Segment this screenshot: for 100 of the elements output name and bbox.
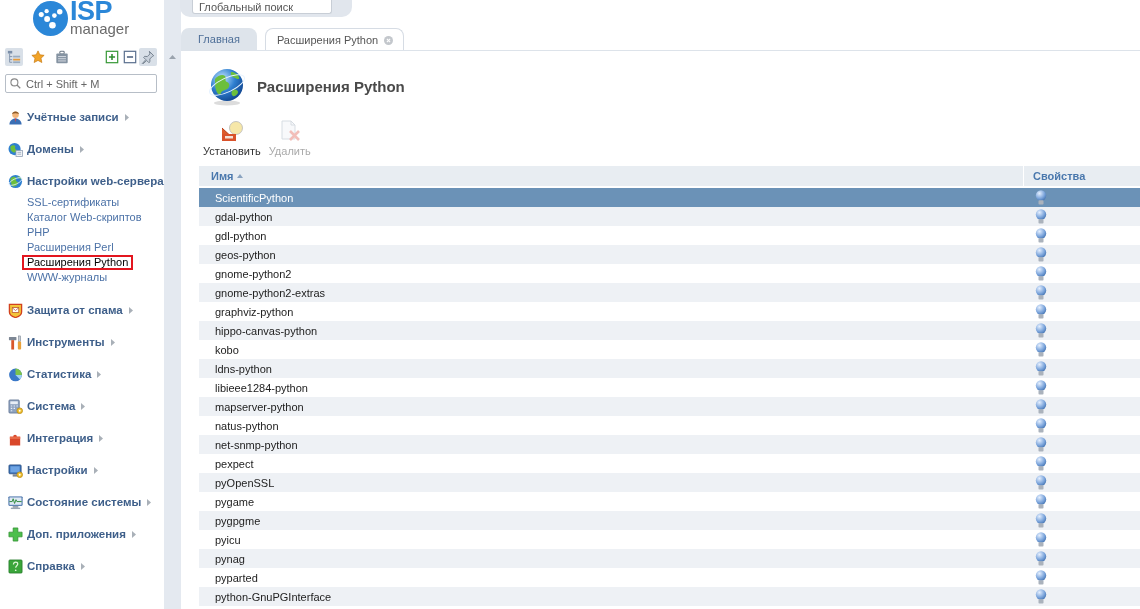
menu-item[interactable]: Справка	[8, 558, 85, 574]
submenu-item[interactable]: Расширения Perl	[22, 240, 119, 255]
name-cell: gnome-python2	[215, 267, 292, 280]
table-row[interactable]: pexpect	[199, 454, 1140, 473]
tab[interactable]: Расширения Python	[264, 28, 405, 51]
lightbulb-icon[interactable]	[1035, 285, 1047, 300]
table-row[interactable]: hippo-canvas-python	[199, 321, 1140, 340]
submenu-item[interactable]: Каталог Web-скриптов	[22, 210, 147, 225]
lightbulb-icon[interactable]	[1035, 456, 1047, 471]
expand-all-button[interactable]	[103, 48, 121, 66]
menu-item[interactable]: Защита от спама	[8, 302, 133, 318]
menu-item[interactable]: Домены	[8, 141, 84, 157]
menu-item[interactable]: Система	[8, 398, 86, 414]
table-row[interactable]: pynag	[199, 549, 1140, 568]
name-cell: ldns-python	[215, 362, 272, 375]
table-row[interactable]: python-GnuPGInterface	[199, 587, 1140, 606]
submenu-item[interactable]: PHP	[22, 225, 55, 240]
name-cell: net-snmp-python	[215, 438, 298, 451]
globe-icon	[8, 173, 23, 189]
menu-item[interactable]: Учётные записи	[8, 109, 129, 125]
lightbulb-icon[interactable]	[1035, 342, 1047, 357]
table-row[interactable]: gnome-python2-extras	[199, 283, 1140, 302]
lightbulb-icon[interactable]	[1035, 209, 1047, 224]
lightbulb-icon[interactable]	[1035, 247, 1047, 262]
table-row[interactable]: net-snmp-python	[199, 435, 1140, 454]
monitor-icon	[8, 462, 23, 478]
table-row[interactable]: pyicu	[199, 530, 1140, 549]
lightbulb-icon[interactable]	[1035, 190, 1047, 205]
table-row[interactable]: pygame	[199, 492, 1140, 511]
lightbulb-icon[interactable]	[1035, 494, 1047, 509]
caret-icon	[131, 530, 136, 538]
table-row[interactable]: mapserver-python	[199, 397, 1140, 416]
menu-item[interactable]: Доп. приложения	[8, 526, 136, 542]
install-button[interactable]: Установить	[203, 118, 261, 157]
collapse-all-button[interactable]	[121, 48, 139, 66]
name-cell: mapserver-python	[215, 400, 304, 413]
name-cell: geos-python	[215, 248, 276, 261]
column-header[interactable]: Свойства	[1023, 166, 1140, 186]
submenu-item[interactable]: WWW-журналы	[22, 270, 113, 285]
star-icon	[31, 50, 45, 64]
lightbulb-icon[interactable]	[1035, 399, 1047, 414]
table-row[interactable]: geos-python	[199, 245, 1140, 264]
global-search-field[interactable]: Глобальный поиск	[192, 0, 332, 14]
name-cell: gnome-python2-extras	[215, 286, 326, 299]
table-row[interactable]: pyparted	[199, 568, 1140, 587]
lightbulb-icon[interactable]	[1035, 361, 1047, 376]
lightbulb-icon[interactable]	[1035, 228, 1047, 243]
lightbulb-icon[interactable]	[1035, 304, 1047, 319]
lightbulb-icon[interactable]	[1035, 437, 1047, 452]
submenu-item[interactable]: SSL-сертификаты	[22, 195, 125, 210]
table-row[interactable]: pygpgme	[199, 511, 1140, 530]
tree-view-button[interactable]	[5, 48, 23, 66]
table-row[interactable]: gdal-python	[199, 207, 1140, 226]
caret-icon	[80, 562, 85, 570]
column-header[interactable]: Имя	[199, 166, 1023, 186]
name-cell: hippo-canvas-python	[215, 324, 318, 337]
menu-item[interactable]: Настройки	[8, 462, 98, 478]
menu-item[interactable]: Интеграция	[8, 430, 104, 446]
lightbulb-icon[interactable]	[1035, 513, 1047, 528]
tab[interactable]: Главная	[181, 28, 257, 50]
menu-item[interactable]: Статистика	[8, 366, 102, 382]
favorites-button[interactable]	[29, 48, 47, 66]
name-cell: kobo	[215, 343, 239, 356]
lightbulb-icon[interactable]	[1035, 551, 1047, 566]
globe-icon	[8, 141, 23, 157]
pin-button[interactable]	[139, 48, 157, 66]
menu-item[interactable]: Настройки web-сервера	[8, 173, 164, 189]
help-icon	[8, 558, 23, 574]
lightbulb-icon[interactable]	[1035, 266, 1047, 281]
search-field[interactable]: Ctrl + Shift + M	[5, 74, 157, 93]
logo-text: ISP	[70, 0, 113, 22]
table-row[interactable]: natus-python	[199, 416, 1140, 435]
table-row[interactable]: libieee1284-python	[199, 378, 1140, 397]
menu-item[interactable]: Инструменты	[8, 334, 115, 350]
pulse-monitor-icon	[8, 494, 23, 510]
table-row[interactable]: pyOpenSSL	[199, 473, 1140, 492]
submenu-item[interactable]: Расширения Python	[22, 255, 134, 270]
close-icon[interactable]	[384, 35, 394, 45]
name-cell: natus-python	[215, 419, 279, 432]
clipboard-button[interactable]	[53, 48, 71, 66]
table-row[interactable]: gdl-python	[199, 226, 1140, 245]
lightbulb-icon[interactable]	[1035, 570, 1047, 585]
table-row[interactable]: graphviz-python	[199, 302, 1140, 321]
name-cell: pygame	[215, 495, 255, 508]
table-row[interactable]: gnome-python2	[199, 264, 1140, 283]
table-row[interactable]: ldns-python	[199, 359, 1140, 378]
lightbulb-icon[interactable]	[1035, 589, 1047, 604]
name-cell: pyicu	[215, 533, 241, 546]
name-cell: gdal-python	[215, 210, 273, 223]
logo-subtitle: manager	[70, 22, 130, 36]
lightbulb-icon[interactable]	[1035, 532, 1047, 547]
lightbulb-icon[interactable]	[1035, 475, 1047, 490]
lightbulb-icon[interactable]	[1035, 418, 1047, 433]
scroll-up-icon[interactable]	[169, 55, 176, 59]
menu-item[interactable]: Состояние системы	[8, 494, 152, 510]
name-cell: pygpgme	[215, 514, 261, 527]
lightbulb-icon[interactable]	[1035, 380, 1047, 395]
collapse-icon	[123, 50, 137, 64]
lightbulb-icon[interactable]	[1035, 323, 1047, 338]
table-row[interactable]: kobo	[199, 340, 1140, 359]
